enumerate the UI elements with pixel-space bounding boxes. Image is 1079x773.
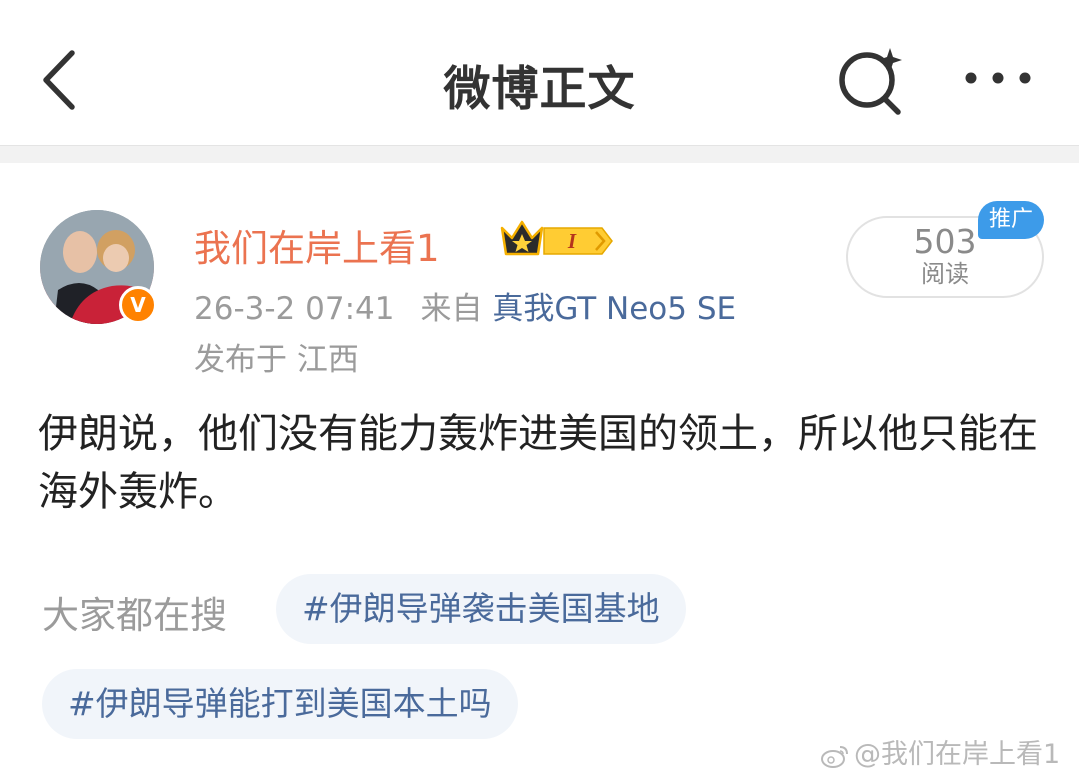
search-sparkle-icon (839, 48, 902, 115)
search-button[interactable] (832, 42, 908, 118)
trending-tag[interactable]: #伊朗导弹能打到美国本土吗 (42, 669, 518, 739)
read-label: 阅读 (921, 260, 969, 288)
post-timestamp: 26-3-2 07:41 (194, 291, 395, 327)
member-level-badge: I (500, 220, 613, 256)
more-dots-icon (965, 72, 1031, 84)
section-divider (0, 145, 1079, 163)
more-options-button[interactable] (962, 60, 1034, 96)
trending-tag[interactable]: #伊朗导弹袭击美国基地 (276, 574, 686, 644)
post-meta: 26-3-2 07:41 来自 真我GT Neo5 SE (194, 283, 736, 328)
source-prefix: 来自 (420, 291, 483, 327)
top-nav-bar: 微博正文 (0, 0, 1079, 145)
promote-button[interactable]: 推广 (978, 201, 1044, 239)
verified-badge-icon: V (119, 286, 157, 324)
watermark: @我们在岸上看1 (820, 732, 1060, 771)
watermark-text: @我们在岸上看1 (854, 739, 1061, 770)
weibo-logo-icon (821, 745, 848, 768)
member-crown-icon[interactable]: I (498, 214, 618, 262)
post-body: 伊朗说，他们没有能力轰炸进美国的领土，所以他只能在海外轰炸。 (38, 411, 1038, 515)
author-name[interactable]: 我们在岸上看1 (194, 218, 440, 272)
member-level-label: I (567, 229, 577, 253)
source-device-link[interactable]: 真我GT Neo5 SE (492, 291, 736, 327)
page-title: 微博正文 (443, 62, 636, 117)
trending-label: 大家都在搜 (42, 594, 227, 637)
post-location: 发布于 江西 (194, 342, 359, 378)
